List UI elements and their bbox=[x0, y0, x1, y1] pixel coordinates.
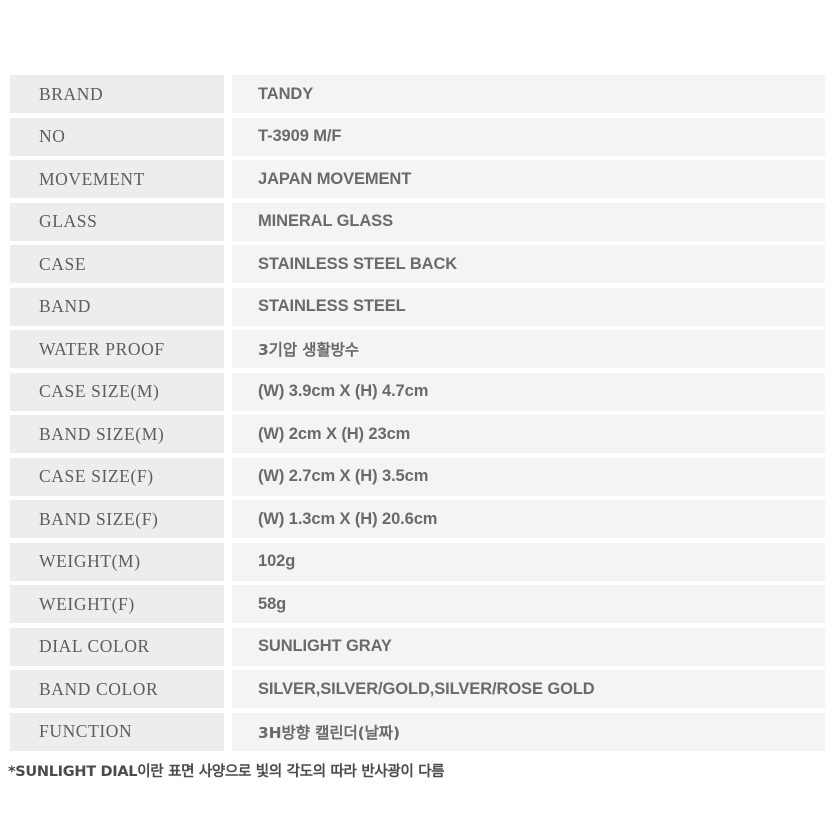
spec-value: MINERAL GLASS bbox=[232, 202, 825, 241]
spec-value: 3기압 생활방수 bbox=[232, 330, 825, 368]
spec-label: BRAND bbox=[10, 75, 224, 113]
spec-label: GLASS bbox=[10, 202, 224, 241]
spec-column-divider bbox=[224, 372, 232, 411]
spec-row: BAND COLOR SILVER,SILVER/GOLD,SILVER/ROSE… bbox=[10, 670, 825, 708]
spec-value: 58g bbox=[232, 585, 825, 623]
spec-column-divider bbox=[224, 500, 232, 538]
spec-column-divider bbox=[224, 542, 232, 581]
spec-table: BRAND TANDY NO T-3909 M/F MOVEMENT JAPAN MOVE… bbox=[10, 75, 825, 755]
spec-column-divider bbox=[224, 117, 232, 156]
spec-value: TANDY bbox=[232, 75, 825, 113]
spec-column-divider bbox=[224, 75, 232, 113]
spec-column-divider bbox=[224, 330, 232, 368]
spec-row: GLASS MINERAL GLASS bbox=[10, 202, 825, 241]
spec-label: FUNCTION bbox=[10, 712, 224, 751]
spec-row: DIAL COLOR SUNLIGHT GRAY bbox=[10, 627, 825, 666]
spec-label: WEIGHT(M) bbox=[10, 542, 224, 581]
spec-value: (W) 2.7cm X (H) 3.5cm bbox=[232, 457, 825, 496]
spec-label: CASE bbox=[10, 245, 224, 283]
spec-label: CASE SIZE(M) bbox=[10, 372, 224, 411]
spec-value: (W) 1.3cm X (H) 20.6cm bbox=[232, 500, 825, 538]
spec-label: DIAL COLOR bbox=[10, 627, 224, 666]
spec-row: BAND SIZE(F) (W) 1.3cm X (H) 20.6cm bbox=[10, 500, 825, 538]
spec-value: SILVER,SILVER/GOLD,SILVER/ROSE GOLD bbox=[232, 670, 825, 708]
spec-label: BAND SIZE(M) bbox=[10, 415, 224, 453]
spec-label: CASE SIZE(F) bbox=[10, 457, 224, 496]
spec-column-divider bbox=[224, 202, 232, 241]
spec-row: BAND STAINLESS STEEL bbox=[10, 287, 825, 326]
spec-value: 102g bbox=[232, 542, 825, 581]
spec-value: SUNLIGHT GRAY bbox=[232, 627, 825, 666]
spec-row: WEIGHT(F) 58g bbox=[10, 585, 825, 623]
spec-row: BAND SIZE(M) (W) 2cm X (H) 23cm bbox=[10, 415, 825, 453]
spec-value: T-3909 M/F bbox=[232, 117, 825, 156]
spec-label: NO bbox=[10, 117, 224, 156]
spec-row: FUNCTION 3H방향 캘린더(날짜) bbox=[10, 712, 825, 751]
spec-row: CASE SIZE(M) (W) 3.9cm X (H) 4.7cm bbox=[10, 372, 825, 411]
spec-column-divider bbox=[224, 627, 232, 666]
spec-row: CASE STAINLESS STEEL BACK bbox=[10, 245, 825, 283]
spec-column-divider bbox=[224, 415, 232, 453]
spec-column-divider bbox=[224, 160, 232, 198]
spec-column-divider bbox=[224, 287, 232, 326]
spec-column-divider bbox=[224, 585, 232, 623]
spec-value: STAINLESS STEEL BACK bbox=[232, 245, 825, 283]
spec-column-divider bbox=[224, 670, 232, 708]
spec-row: CASE SIZE(F) (W) 2.7cm X (H) 3.5cm bbox=[10, 457, 825, 496]
product-spec-sheet: BRAND TANDY NO T-3909 M/F MOVEMENT JAPAN MOVE… bbox=[0, 0, 833, 833]
spec-label: BAND bbox=[10, 287, 224, 326]
spec-row: NO T-3909 M/F bbox=[10, 117, 825, 156]
spec-value: (W) 2cm X (H) 23cm bbox=[232, 415, 825, 453]
spec-column-divider bbox=[224, 245, 232, 283]
spec-label: MOVEMENT bbox=[10, 160, 224, 198]
spec-value: (W) 3.9cm X (H) 4.7cm bbox=[232, 372, 825, 411]
spec-value: JAPAN MOVEMENT bbox=[232, 160, 825, 198]
spec-label: BAND SIZE(F) bbox=[10, 500, 224, 538]
spec-row: MOVEMENT JAPAN MOVEMENT bbox=[10, 160, 825, 198]
spec-row: WEIGHT(M) 102g bbox=[10, 542, 825, 581]
spec-row: WATER PROOF 3기압 생활방수 bbox=[10, 330, 825, 368]
spec-value: STAINLESS STEEL bbox=[232, 287, 825, 326]
spec-label: BAND COLOR bbox=[10, 670, 224, 708]
spec-label: WATER PROOF bbox=[10, 330, 224, 368]
spec-column-divider bbox=[224, 712, 232, 751]
spec-footnote: *SUNLIGHT DIAL이란 표면 사양으로 빛의 각도의 따라 반사광이 … bbox=[8, 764, 445, 780]
spec-column-divider bbox=[224, 457, 232, 496]
spec-value: 3H방향 캘린더(날짜) bbox=[232, 712, 825, 751]
spec-label: WEIGHT(F) bbox=[10, 585, 224, 623]
spec-row: BRAND TANDY bbox=[10, 75, 825, 113]
